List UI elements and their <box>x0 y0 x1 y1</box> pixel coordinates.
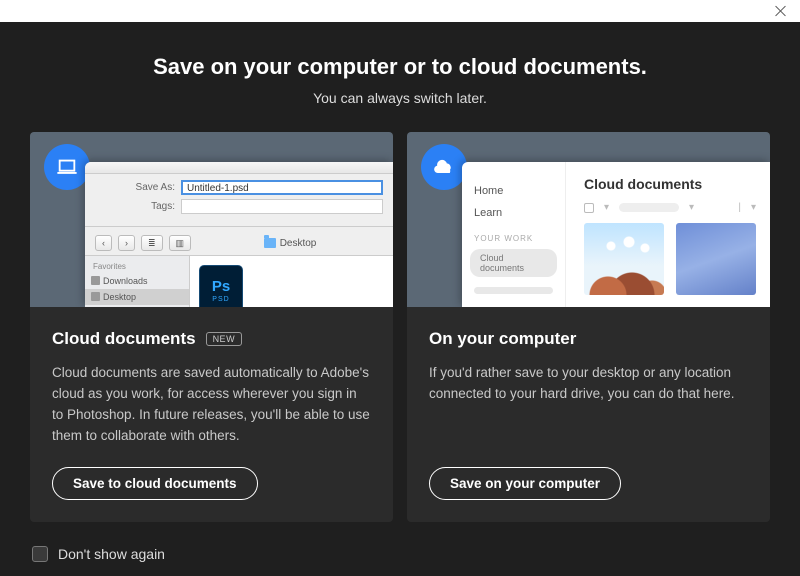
dont-show-again[interactable]: Don't show again <box>32 546 165 562</box>
window-titlebar <box>0 0 800 22</box>
divider-icon: | <box>738 202 741 213</box>
nav-section-header: YOUR WORK <box>462 224 565 247</box>
nav-fwd-icon: › <box>118 235 135 251</box>
finder-sidebar: Favorites Downloads Desktop Applications… <box>85 256 190 307</box>
save-to-cloud-button[interactable]: Save to cloud documents <box>52 467 258 500</box>
card-cloud-description: Cloud documents are saved automatically … <box>52 363 371 447</box>
caret-down-icon: ▾ <box>751 202 756 213</box>
nav-learn: Learn <box>462 202 565 224</box>
close-icon[interactable] <box>774 4 788 18</box>
psd-file-icon: Ps PSD <box>200 266 242 307</box>
save-as-input: Untitled-1.psd <box>181 180 383 195</box>
cloud-main-title: Cloud documents <box>584 176 756 192</box>
save-choice-dialog: Save on your computer or to cloud docume… <box>0 22 800 576</box>
document-thumbnail <box>676 223 756 295</box>
card-on-computer: Home Learn YOUR WORK Cloud documents Clo… <box>407 132 770 522</box>
sidebar-item: Applications <box>85 305 189 307</box>
checkbox-icon[interactable] <box>32 546 48 562</box>
dont-show-label: Don't show again <box>58 546 165 562</box>
laptop-icon <box>44 144 90 190</box>
card-computer-title: On your computer <box>429 329 576 349</box>
sidebar-item: Downloads <box>85 273 189 289</box>
save-as-label: Save As: <box>95 182 175 193</box>
card-cloud-preview: Save As: Untitled-1.psd Tags: ‹ › ≣ ▥ <box>30 132 393 307</box>
card-cloud-title: Cloud documents <box>52 329 196 349</box>
card-computer-preview: Home Learn YOUR WORK Cloud documents Clo… <box>407 132 770 307</box>
save-on-computer-button[interactable]: Save on your computer <box>429 467 621 500</box>
document-thumbnail <box>584 223 664 295</box>
cloud-icon <box>421 144 467 190</box>
sidebar-item: Desktop <box>85 289 189 305</box>
dialog-subtitle: You can always switch later. <box>0 90 800 106</box>
caret-down-icon: ▾ <box>604 202 609 213</box>
card-cloud-documents: Save As: Untitled-1.psd Tags: ‹ › ≣ ▥ <box>30 132 393 522</box>
select-all-checkbox-icon <box>584 203 594 213</box>
folder-icon <box>264 238 276 248</box>
dialog-title: Save on your computer or to cloud docume… <box>0 22 800 80</box>
new-badge: NEW <box>206 332 243 346</box>
view-list-icon: ≣ <box>141 235 163 251</box>
nav-home: Home <box>462 180 565 202</box>
cloud-home-mock: Home Learn YOUR WORK Cloud documents Clo… <box>462 162 770 307</box>
tags-label: Tags: <box>95 201 175 212</box>
sidebar-header: Favorites <box>85 260 189 273</box>
nav-cloud-docs: Cloud documents <box>470 249 557 277</box>
cards-row: Save As: Untitled-1.psd Tags: ‹ › ≣ ▥ <box>0 106 800 522</box>
nav-back-icon: ‹ <box>95 235 112 251</box>
view-grid-icon: ▥ <box>169 235 192 251</box>
tags-input <box>181 199 383 214</box>
macos-save-dialog-mock: Save As: Untitled-1.psd Tags: ‹ › ≣ ▥ <box>85 162 393 307</box>
nav-placeholder-bar <box>474 287 553 294</box>
location-label: Desktop <box>280 238 317 249</box>
sort-placeholder <box>619 203 679 212</box>
card-computer-description: If you'd rather save to your desktop or … <box>429 363 748 405</box>
caret-down-icon: ▾ <box>689 202 694 213</box>
